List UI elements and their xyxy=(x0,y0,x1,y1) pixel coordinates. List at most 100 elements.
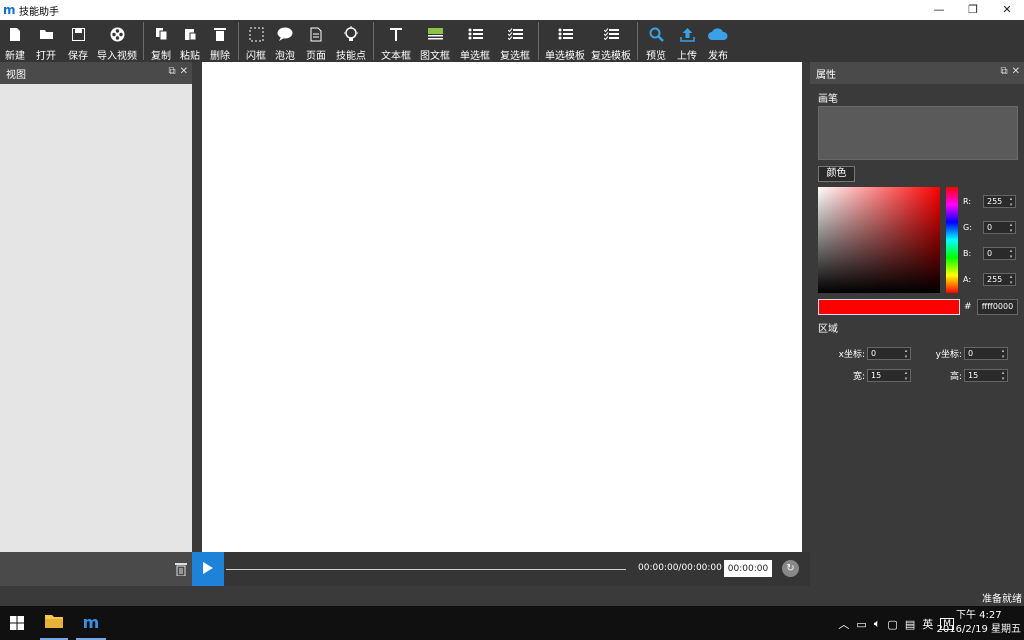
hue-slider[interactable] xyxy=(946,187,958,293)
taskbar-clock[interactable]: 下午 4:27 2016/2/19 星期五 xyxy=(937,609,1021,637)
toolbar-separator xyxy=(143,22,144,60)
multi-select-template-button[interactable]: 复选模板 xyxy=(588,20,634,62)
current-color-swatch xyxy=(818,299,960,315)
r-spinbox[interactable]: 255 xyxy=(983,195,1016,208)
toolbar-separator xyxy=(373,22,374,60)
text-box-button[interactable]: 文本框 xyxy=(377,20,415,62)
preview-button[interactable]: 预览 xyxy=(641,20,671,62)
brush-label: 画笔 xyxy=(818,94,838,105)
status-text: 准备就绪 xyxy=(982,594,1022,605)
close-panel-icon[interactable]: ✕ xyxy=(180,66,188,77)
open-button[interactable]: 打开 xyxy=(30,20,62,62)
width-spinbox[interactable]: 15 xyxy=(867,369,911,382)
view-panel-header: 视图 ⧉ ✕ xyxy=(0,62,192,84)
a-spinbox[interactable]: 255 xyxy=(983,273,1016,286)
y-coordinate-row: y坐标: 0 xyxy=(920,347,1008,360)
flash-frame-button[interactable]: 闪框 xyxy=(242,20,270,62)
search-icon xyxy=(649,23,664,45)
notification-icon[interactable]: ▤ xyxy=(905,618,915,631)
r-row: R: 255 xyxy=(963,195,1016,208)
single-select-template-button[interactable]: 单选模板 xyxy=(542,20,588,62)
monitor-icon[interactable]: ▢ xyxy=(887,618,897,631)
save-icon xyxy=(71,23,85,45)
x-coordinate-spinbox[interactable]: 0 xyxy=(867,347,911,360)
toolbar-separator xyxy=(238,22,239,60)
checkbox-list-icon xyxy=(603,23,619,45)
timeline-track[interactable] xyxy=(226,569,626,570)
skill-point-button[interactable]: 技能点 xyxy=(332,20,370,62)
saturation-value-picker[interactable] xyxy=(818,187,940,293)
page-icon xyxy=(310,23,322,45)
skill-assistant-taskbar-button[interactable]: m xyxy=(76,606,106,640)
region-label: 区域 xyxy=(818,324,838,335)
single-select-box-button[interactable]: 单选框 xyxy=(455,20,495,62)
toolbar-separator xyxy=(538,22,539,60)
windows-start-icon[interactable] xyxy=(10,616,24,630)
taskbar: m ︿ ▭ 🔈︎ ▢ ▤ 英 M 下午 4:27 2016/2/19 星期五 xyxy=(0,606,1024,640)
hex-input[interactable]: ffff0000 xyxy=(977,299,1018,315)
paste-icon xyxy=(184,23,197,45)
image-text-box-button[interactable]: 图文框 xyxy=(415,20,455,62)
float-panel-icon[interactable]: ⧉ xyxy=(1000,66,1007,77)
radio-list-icon xyxy=(558,23,573,45)
minimize-button[interactable]: — xyxy=(922,0,956,20)
g-spinbox[interactable]: 0 xyxy=(983,221,1016,234)
save-button[interactable]: 保存 xyxy=(62,20,94,62)
publish-button[interactable]: 发布 xyxy=(703,20,733,62)
time-input[interactable]: 00:00:00 xyxy=(724,560,772,577)
multi-select-box-button[interactable]: 复选框 xyxy=(495,20,535,62)
editing-canvas[interactable] xyxy=(202,62,802,552)
paste-button[interactable]: 粘贴 xyxy=(175,20,205,62)
timeline-bar: 00:00:00/00:00:00 00:00:00 ↻ xyxy=(192,552,810,586)
y-coordinate-spinbox[interactable]: 0 xyxy=(964,347,1008,360)
cloud-icon xyxy=(708,23,728,45)
close-panel-icon[interactable]: ✕ xyxy=(1012,66,1020,77)
properties-panel: 属性 ⧉ ✕ 画笔 颜色 R: 255 G: 0 B: 0 A: 255 # f… xyxy=(810,62,1024,586)
view-panel-footer xyxy=(0,552,192,586)
properties-panel-header: 属性 ⧉ ✕ xyxy=(810,62,1024,84)
lightbulb-icon xyxy=(343,23,359,45)
color-button[interactable]: 颜色 xyxy=(818,166,855,182)
width-label: 宽: xyxy=(852,372,865,382)
checkbox-list-icon xyxy=(507,23,523,45)
upload-button[interactable]: 上传 xyxy=(671,20,703,62)
new-button[interactable]: 新建 xyxy=(0,20,30,62)
time-display: 00:00:00/00:00:00 xyxy=(638,563,722,573)
page-button[interactable]: 页面 xyxy=(300,20,332,62)
restore-button[interactable]: ❐ xyxy=(956,0,990,20)
y-coordinate-label: y坐标: xyxy=(935,350,962,360)
properties-panel-title: 属性 xyxy=(816,69,836,81)
play-icon xyxy=(202,561,214,578)
ime-language[interactable]: 英 xyxy=(922,616,933,632)
toolbar: 新建 打开 保存 导入视频 复制 粘贴 删除 闪框 泡泡 页面 技能点 文本框 … xyxy=(0,20,1024,62)
delete-button[interactable]: 删除 xyxy=(205,20,235,62)
g-label: G: xyxy=(963,223,972,232)
window-controls: — ❐ ✕ xyxy=(922,0,1024,20)
toolbar-separator xyxy=(637,22,638,60)
hex-hash-label: # xyxy=(964,302,972,312)
close-button[interactable]: ✕ xyxy=(990,0,1024,20)
speech-bubble-icon xyxy=(277,23,293,45)
play-button[interactable] xyxy=(192,552,224,586)
bubble-button[interactable]: 泡泡 xyxy=(270,20,300,62)
trash-icon xyxy=(214,23,226,45)
chevron-up-icon[interactable]: ︿ xyxy=(838,616,849,632)
trash-icon[interactable] xyxy=(175,562,187,579)
view-panel-title: 视图 xyxy=(6,69,26,81)
refresh-icon[interactable]: ↻ xyxy=(782,560,799,577)
folder-icon xyxy=(45,614,63,631)
height-spinbox[interactable]: 15 xyxy=(964,369,1008,382)
window-title: 技能助手 xyxy=(19,6,59,18)
folder-open-icon xyxy=(39,23,54,45)
network-icon[interactable]: ▭ xyxy=(856,618,866,631)
a-label: A: xyxy=(963,275,972,284)
status-bar: 准备就绪 xyxy=(0,586,1024,606)
dashed-frame-icon xyxy=(249,23,264,45)
file-explorer-taskbar-button[interactable] xyxy=(40,606,68,640)
b-spinbox[interactable]: 0 xyxy=(983,247,1016,260)
copy-button[interactable]: 复制 xyxy=(147,20,175,62)
text-icon xyxy=(390,23,402,45)
float-panel-icon[interactable]: ⧉ xyxy=(168,66,175,77)
import-video-button[interactable]: 导入视频 xyxy=(94,20,140,62)
volume-icon[interactable]: 🔈︎ xyxy=(874,617,881,631)
